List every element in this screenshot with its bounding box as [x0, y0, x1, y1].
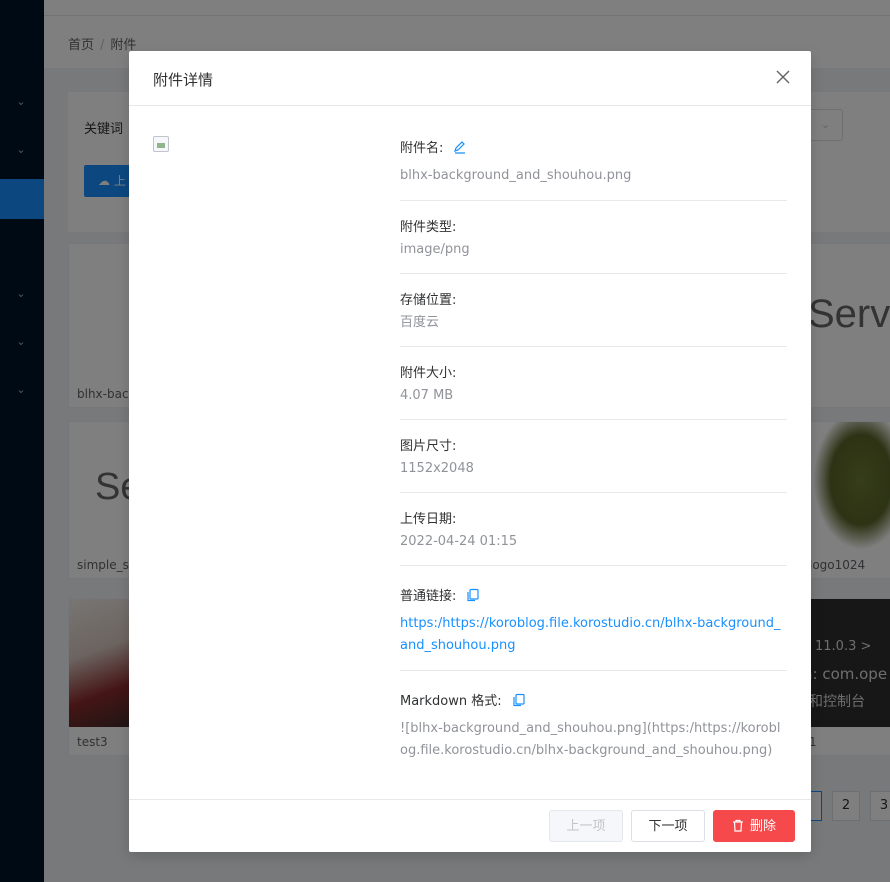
detail-row-type: 附件类型: image/png [400, 201, 787, 274]
attachment-detail-modal: 附件详情 附件名: blhx-background_and_shouhou.pn… [129, 51, 811, 852]
copy-icon[interactable] [512, 693, 526, 707]
detail-label: 附件大小: [400, 366, 457, 381]
storage-value: 百度云 [400, 315, 440, 330]
upload-date-value: 2022-04-24 01:15 [400, 534, 518, 549]
detail-label: 图片尺寸: [400, 439, 457, 454]
broken-image-icon [153, 136, 169, 152]
modal-footer: 上一项 下一项 删除 [129, 799, 811, 852]
delete-button[interactable]: 删除 [713, 810, 795, 842]
detail-label: 附件名: [400, 137, 787, 156]
next-button[interactable]: 下一项 [631, 810, 705, 842]
prev-button[interactable]: 上一项 [549, 810, 623, 842]
size-value: 4.07 MB [400, 388, 454, 403]
markdown-label: Markdown 格式: [400, 694, 502, 709]
copy-icon[interactable] [466, 588, 480, 602]
detail-row-storage: 存储位置: 百度云 [400, 274, 787, 347]
normal-link-label: 普通链接: [400, 589, 457, 604]
attachment-details: 附件名: blhx-background_and_shouhou.png 附件类… [400, 106, 787, 776]
delete-label: 删除 [749, 818, 776, 833]
detail-label: 普通链接: [400, 585, 787, 604]
detail-label: 附件类型: [400, 220, 457, 235]
modal-header: 附件详情 [129, 51, 811, 106]
detail-label: 上传日期: [400, 512, 457, 527]
detail-row-dimensions: 图片尺寸: 1152x2048 [400, 420, 787, 493]
dimensions-value: 1152x2048 [400, 461, 474, 476]
detail-row-normal-link: 普通链接: https:/https://koroblog.file.koros… [400, 566, 787, 671]
trash-icon [732, 819, 743, 832]
detail-row-upload-date: 上传日期: 2022-04-24 01:15 [400, 493, 787, 566]
name-label: 附件名: [400, 141, 444, 156]
attachment-name-value: blhx-background_and_shouhou.png [400, 168, 632, 183]
detail-row-markdown: Markdown 格式: ![blhx-background_and_shouh… [400, 671, 787, 776]
detail-row-size: 附件大小: 4.07 MB [400, 347, 787, 420]
close-icon[interactable] [773, 67, 793, 87]
detail-row-name: 附件名: blhx-background_and_shouhou.png [400, 106, 787, 201]
edit-icon[interactable] [453, 140, 467, 154]
normal-link-value[interactable]: https:/https://koroblog.file.korostudio.… [400, 613, 787, 657]
detail-label: Markdown 格式: [400, 690, 787, 709]
attachment-type-value: image/png [400, 242, 470, 257]
modal-title: 附件详情 [153, 71, 214, 89]
markdown-value: ![blhx-background_and_shouhou.png](https… [400, 721, 781, 758]
detail-label: 存储位置: [400, 293, 457, 308]
